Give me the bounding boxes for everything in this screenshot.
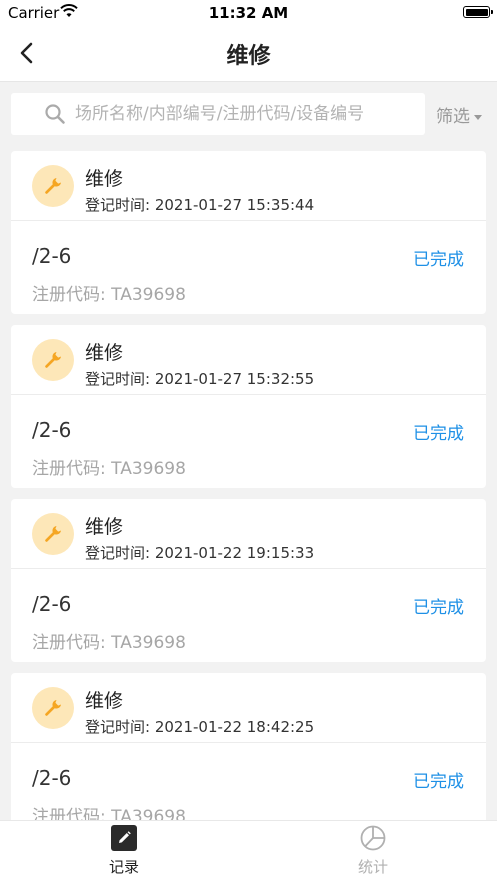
wrench-icon — [32, 339, 74, 381]
tab-bar: 记录 统计 — [0, 820, 497, 883]
tab-label: 统计 — [357, 858, 388, 876]
record-time: 登记时间: 2021-01-22 18:42:25 — [85, 718, 315, 736]
record-time: 登记时间: 2021-01-27 15:32:55 — [85, 370, 315, 388]
search-input[interactable] — [75, 93, 419, 135]
registration-code: 注册代码: TA39698 — [32, 633, 186, 653]
wrench-icon — [32, 513, 74, 555]
status-badge: 已完成 — [413, 598, 464, 618]
record-time: 登记时间: 2021-01-27 15:35:44 — [85, 196, 315, 214]
card-header: 维修 登记时间: 2021-01-27 15:35:44 — [11, 151, 486, 221]
search-icon — [44, 103, 66, 125]
status-badge: 已完成 — [413, 772, 464, 792]
record-time: 登记时间: 2021-01-22 19:15:33 — [85, 544, 315, 562]
record-location: /2-6 — [32, 418, 72, 442]
battery-icon — [463, 6, 493, 18]
card-header: 维修 登记时间: 2021-01-22 19:15:33 — [11, 499, 486, 569]
record-location: /2-6 — [32, 244, 72, 268]
registration-code: 注册代码: TA39698 — [32, 459, 186, 479]
search-box[interactable] — [11, 93, 425, 135]
page-title: 维修 — [226, 44, 271, 69]
status-badge: 已完成 — [413, 250, 464, 270]
registration-code: 注册代码: TA39698 — [32, 807, 186, 820]
filter-button[interactable]: 筛选 — [436, 102, 482, 127]
record-type: 维修 — [85, 690, 124, 712]
list-item[interactable]: 维修 登记时间: 2021-01-22 18:42:25 /2-6 已完成 注册… — [11, 673, 486, 820]
clock: 11:32 AM — [208, 4, 289, 22]
card-header: 维修 登记时间: 2021-01-27 15:32:55 — [11, 325, 486, 395]
record-location: /2-6 — [32, 592, 72, 616]
record-type: 维修 — [85, 342, 124, 364]
card-header: 维修 登记时间: 2021-01-22 18:42:25 — [11, 673, 486, 743]
record-type: 维修 — [85, 516, 124, 538]
caret-down-icon — [474, 114, 482, 120]
status-badge: 已完成 — [413, 424, 464, 444]
navigation-bar: 维修 — [0, 26, 497, 82]
filter-label: 筛选 — [436, 107, 470, 127]
wrench-icon — [32, 165, 74, 207]
pie-chart-icon — [360, 825, 386, 851]
wrench-icon — [32, 687, 74, 729]
record-list[interactable]: 维修 登记时间: 2021-01-27 15:35:44 /2-6 已完成 注册… — [0, 144, 497, 820]
record-type: 维修 — [85, 168, 124, 190]
record-location: /2-6 — [32, 766, 72, 790]
edit-icon — [111, 825, 137, 851]
search-row: 筛选 — [0, 82, 497, 144]
registration-code: 注册代码: TA39698 — [32, 285, 186, 305]
tab-statistics[interactable]: 统计 — [249, 821, 497, 883]
list-item[interactable]: 维修 登记时间: 2021-01-27 15:32:55 /2-6 已完成 注册… — [11, 325, 486, 488]
list-item[interactable]: 维修 登记时间: 2021-01-27 15:35:44 /2-6 已完成 注册… — [11, 151, 486, 314]
tab-records[interactable]: 记录 — [0, 821, 248, 883]
list-item[interactable]: 维修 登记时间: 2021-01-22 19:15:33 /2-6 已完成 注册… — [11, 499, 486, 662]
status-bar: Carrier 11:32 AM — [0, 0, 497, 26]
tab-label: 记录 — [108, 858, 139, 876]
